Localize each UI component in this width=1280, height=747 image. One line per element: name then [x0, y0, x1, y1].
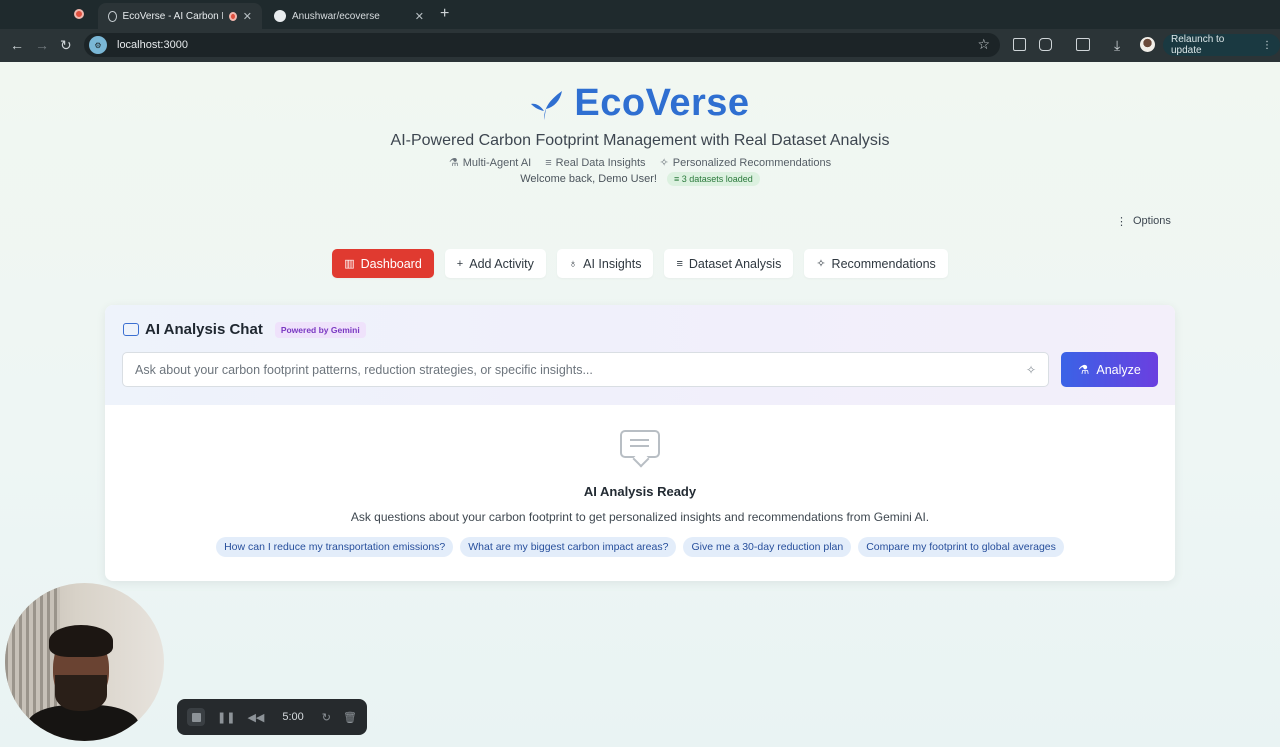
browser-tab-strip: EcoVerse - AI Carbon Footprint ✕ Anushwa… [0, 0, 1280, 29]
recording-timer: 5:00 [282, 711, 304, 723]
main-nav: ▥ Dashboard + Add Activity ♁ AI Insights… [0, 249, 1280, 278]
media-icon[interactable] [1076, 38, 1090, 51]
datasets-badge-label: 3 datasets loaded [681, 174, 753, 184]
bookmark-star-icon[interactable]: ☆ [977, 36, 990, 53]
suggestion-chips: How can I reduce my transportation emiss… [105, 537, 1175, 557]
options-label: Options [1133, 215, 1171, 227]
empty-title: AI Analysis Ready [583, 484, 697, 499]
page-subtitle: AI-Powered Carbon Footprint Management w… [390, 132, 890, 149]
tab-label: Dashboard [360, 256, 422, 271]
puzzle-icon[interactable] [1039, 38, 1052, 51]
chat-header: AI Analysis Chat Powered by Gemini Ask a… [105, 305, 1175, 405]
globe-icon [108, 10, 117, 22]
database-icon: ≡ [673, 174, 680, 184]
welcome-row: Welcome back, Demo User! ≡ 3 datasets lo… [0, 172, 1280, 186]
feature-item: ≡ Real Data Insights [545, 156, 645, 169]
flask-icon: ⚗ [1078, 363, 1090, 377]
trash-icon[interactable]: 🗑 [343, 711, 357, 724]
options-button[interactable]: ⋮ Options [1116, 215, 1171, 228]
close-tab-icon[interactable]: ✕ [243, 10, 252, 23]
suggestion-chip[interactable]: How can I reduce my transportation emiss… [216, 537, 454, 557]
more-menu-icon[interactable]: ⋮ [1262, 40, 1272, 51]
feature-list: ⚗ Multi-Agent AI ≡ Real Data Insights ✧ … [0, 156, 1280, 170]
tab-add-activity[interactable]: + Add Activity [444, 249, 546, 278]
analyze-label: Analyze [1096, 362, 1141, 377]
stop-recording-icon[interactable] [187, 708, 205, 726]
ai-analysis-chat-card: AI Analysis Chat Powered by Gemini Ask a… [105, 305, 1175, 581]
profile-avatar[interactable] [1140, 37, 1155, 52]
chat-empty-state: AI Analysis Ready Ask questions about yo… [105, 430, 1175, 557]
feature-label: Personalized Recommendations [672, 156, 832, 169]
sparkles-icon: ✧ [659, 157, 669, 169]
welcome-text: Welcome back, Demo User! [520, 173, 657, 185]
flask-icon: ⚗ [448, 157, 459, 169]
relaunch-label: Relaunch to update [1171, 34, 1225, 56]
webcam-overlay[interactable] [5, 583, 164, 741]
sparkles-icon: ✧ [816, 258, 826, 270]
address-bar[interactable]: ⚙ localhost:3000 ☆ [84, 33, 1000, 57]
suggestion-chip[interactable]: Compare my footprint to global averages [858, 537, 1064, 557]
github-icon [274, 10, 286, 22]
feature-item: ⚗ Multi-Agent AI [448, 156, 532, 170]
chat-bubble-icon [123, 323, 139, 336]
tab-label: AI Insights [583, 256, 642, 271]
recording-controls: ❚❚ ◀◀ 5:00 ↻ 🗑 [177, 699, 367, 735]
tab-label: Recommendations [831, 256, 936, 271]
feature-item: ✧ Personalized Recommendations [659, 156, 832, 170]
tab-dataset-analysis[interactable]: ≡ Dataset Analysis [664, 249, 794, 278]
sparkles-icon: ✧ [1025, 362, 1036, 377]
restart-icon[interactable]: ↻ [322, 711, 331, 724]
relaunch-button[interactable]: Relaunch to update ⋮ [1163, 34, 1280, 56]
close-tab-icon[interactable]: ✕ [415, 10, 424, 23]
suggestion-chip[interactable]: Give me a 30-day reduction plan [683, 537, 852, 557]
datasets-badge: ≡ 3 datasets loaded [666, 172, 760, 186]
brand-header: EcoVerse [0, 82, 1280, 125]
rewind-icon[interactable]: ◀◀ [247, 711, 264, 724]
suggestion-chip[interactable]: What are my biggest carbon impact areas? [460, 537, 677, 557]
pause-icon[interactable]: ❚❚ [217, 711, 235, 724]
tab-dashboard[interactable]: ▥ Dashboard [332, 249, 434, 278]
tab-label: Dataset Analysis [688, 256, 782, 271]
lightbulb-icon: ♁ [568, 257, 578, 270]
tab-title: EcoVerse - AI Carbon Footprint [122, 10, 224, 22]
browser-tab-github[interactable]: Anushwar/ecoverse ✕ [264, 3, 434, 29]
more-vertical-icon: ⋮ [1116, 216, 1127, 228]
chat-title-row: AI Analysis Chat Powered by Gemini [123, 321, 366, 338]
new-tab-icon[interactable]: + [440, 5, 449, 23]
chart-icon: ▥ [344, 258, 355, 270]
extension-icon[interactable] [1013, 38, 1026, 51]
chat-title: AI Analysis Chat [145, 321, 263, 338]
analyze-button[interactable]: ⚗ Analyze [1061, 352, 1158, 387]
app-page: EcoVerse AI-Powered Carbon Footprint Man… [0, 62, 1280, 747]
url-text: localhost:3000 [117, 39, 188, 51]
feature-label: Multi-Agent AI [462, 156, 532, 169]
webcam-person [55, 675, 107, 711]
sprout-logo-icon [531, 90, 563, 120]
site-info-icon[interactable]: ⚙ [89, 36, 107, 54]
reload-icon[interactable]: ↻ [60, 37, 72, 53]
browser-tab-ecoverse[interactable]: EcoVerse - AI Carbon Footprint ✕ [98, 3, 262, 29]
tab-label: Add Activity [469, 256, 534, 271]
tab-ai-insights[interactable]: ♁ AI Insights [556, 249, 654, 278]
brand-title: EcoVerse [574, 82, 750, 124]
tab-recommendations[interactable]: ✧ Recommendations [804, 249, 948, 278]
chat-bubble-icon [620, 430, 660, 458]
recording-indicator-icon [74, 9, 84, 19]
empty-subtitle: Ask questions about your carbon footprin… [350, 510, 930, 524]
download-icon[interactable]: ⤓ [1114, 37, 1120, 53]
gemini-badge: Powered by Gemini [274, 321, 366, 338]
webcam-person [49, 625, 113, 657]
tab-recording-icon [229, 11, 237, 21]
chat-input-placeholder: Ask about your carbon footprint patterns… [135, 362, 593, 377]
database-icon: ≡ [545, 156, 552, 169]
browser-toolbar: ← → ↻ ⚙ localhost:3000 ☆ ⤓ Relaunch to u… [0, 29, 1280, 62]
tab-title: Anushwar/ecoverse [292, 10, 380, 22]
forward-icon[interactable]: → [35, 37, 49, 53]
database-icon: ≡ [676, 257, 683, 270]
feature-label: Real Data Insights [555, 156, 646, 169]
chat-input[interactable]: Ask about your carbon footprint patterns… [122, 352, 1049, 387]
plus-icon: + [456, 257, 464, 270]
back-icon[interactable]: ← [10, 37, 24, 53]
